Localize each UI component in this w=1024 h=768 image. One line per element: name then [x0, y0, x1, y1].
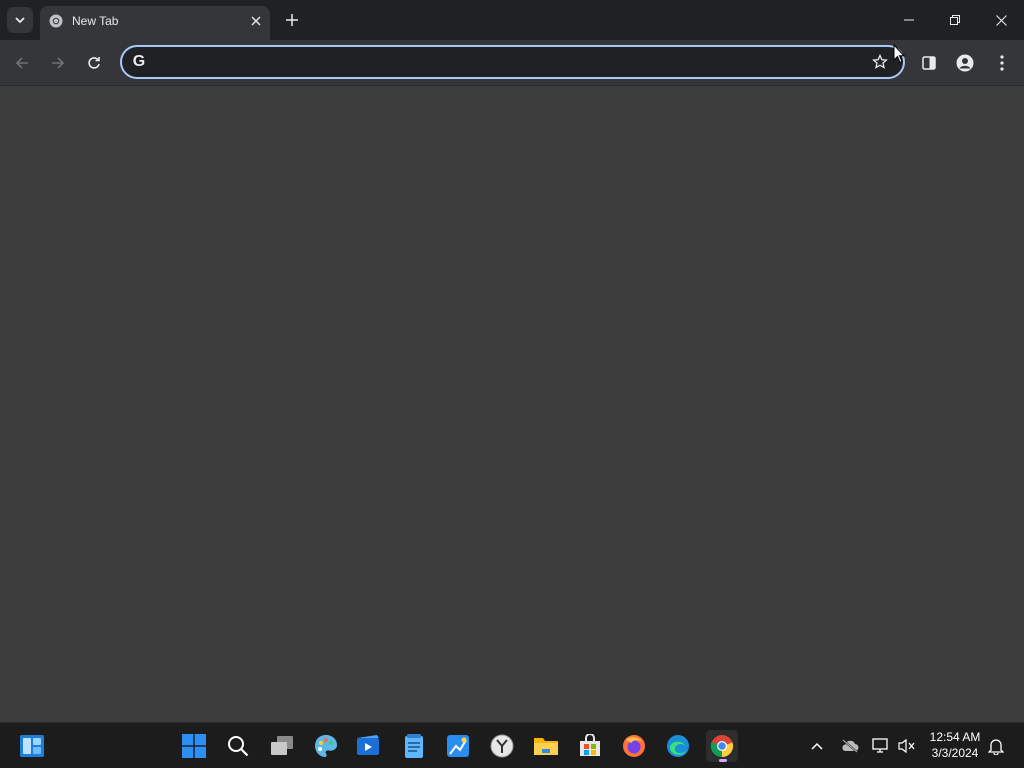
- tab-search-button[interactable]: [7, 7, 33, 33]
- speaker-muted-icon: [898, 738, 915, 754]
- notifications-button[interactable]: [985, 735, 1007, 757]
- mouse-cursor-icon: [893, 44, 905, 64]
- show-hidden-icons-button[interactable]: [806, 735, 828, 757]
- taskbar-app-video-editor[interactable]: [354, 730, 386, 762]
- tab-new-tab[interactable]: New Tab: [40, 6, 270, 40]
- restore-icon: [950, 15, 960, 25]
- paint-icon: [447, 735, 469, 757]
- close-icon: [251, 16, 261, 26]
- tab-close-button[interactable]: [248, 13, 264, 29]
- chevron-up-icon: [811, 742, 823, 750]
- taskbar-app-clock[interactable]: [486, 730, 518, 762]
- widgets-button[interactable]: [16, 730, 48, 762]
- arrow-left-icon: [15, 57, 28, 69]
- tab-title: New Tab: [72, 14, 119, 28]
- kebab-menu-icon: [1000, 55, 1004, 71]
- video-editor-icon: [357, 735, 379, 755]
- side-panel-icon: [922, 56, 936, 70]
- close-icon: [995, 14, 1007, 26]
- edge-icon: [667, 735, 689, 757]
- tab-strip: New Tab: [0, 0, 1024, 40]
- reload-button[interactable]: [80, 49, 108, 77]
- restore-button[interactable]: [932, 0, 978, 40]
- network-icon: [872, 738, 888, 753]
- taskbar-app-paint[interactable]: [442, 730, 474, 762]
- active-app-indicator: [719, 759, 727, 762]
- taskbar: 12:54 AM 3/3/2024: [0, 722, 1024, 768]
- taskbar-app-file-explorer[interactable]: [530, 730, 562, 762]
- star-icon: [872, 54, 888, 69]
- volume-tray-button[interactable]: [896, 735, 918, 757]
- profile-button[interactable]: [951, 49, 979, 77]
- menu-button[interactable]: [988, 49, 1016, 77]
- store-icon: [580, 734, 600, 756]
- clock-time: 12:54 AM: [929, 730, 981, 744]
- omnibox-input[interactable]: [156, 51, 856, 73]
- taskbar-clock[interactable]: 12:54 AM 3/3/2024: [924, 729, 986, 761]
- page-content: [0, 86, 1024, 722]
- forward-button[interactable]: [44, 49, 72, 77]
- person-icon: [956, 54, 974, 72]
- search-icon: [228, 736, 249, 757]
- side-panel-button[interactable]: [915, 49, 943, 77]
- chevron-down-icon: [15, 17, 25, 24]
- notepad-icon: [405, 734, 423, 758]
- bookmark-button[interactable]: [870, 52, 890, 72]
- widgets-icon: [20, 735, 44, 757]
- taskbar-app-notepad[interactable]: [398, 730, 430, 762]
- windows-logo-icon: [182, 734, 206, 758]
- taskbar-app-firefox[interactable]: [618, 730, 650, 762]
- taskbar-app-edge[interactable]: [662, 730, 694, 762]
- onedrive-tray-icon-button[interactable]: [839, 735, 861, 757]
- minimize-icon: [904, 19, 914, 21]
- close-window-button[interactable]: [978, 0, 1024, 40]
- reload-icon: [88, 57, 100, 69]
- start-button[interactable]: [178, 730, 210, 762]
- folder-icon: [534, 738, 558, 755]
- task-view-icon: [271, 736, 293, 755]
- arrow-right-icon: [52, 57, 65, 69]
- chrome-icon: [710, 735, 734, 758]
- google-icon: G: [132, 53, 146, 70]
- bell-icon: [988, 739, 1004, 755]
- task-view-button[interactable]: [266, 730, 298, 762]
- taskbar-app-chrome[interactable]: [706, 730, 738, 762]
- address-bar[interactable]: G: [120, 45, 905, 79]
- taskbar-app-photos-editor[interactable]: [310, 730, 342, 762]
- cloud-offline-icon: [842, 739, 859, 753]
- plus-icon: [286, 14, 298, 26]
- firefox-icon: [623, 735, 645, 757]
- taskbar-app-microsoft-store[interactable]: [574, 730, 606, 762]
- palette-icon: [315, 735, 337, 757]
- clock-date: 3/3/2024: [931, 746, 979, 760]
- network-tray-button[interactable]: [870, 735, 892, 757]
- chrome-icon: [49, 14, 63, 28]
- back-button[interactable]: [8, 49, 36, 77]
- new-tab-button[interactable]: [282, 10, 302, 30]
- browser-toolbar: G: [0, 40, 1024, 86]
- minimize-button[interactable]: [886, 0, 932, 40]
- clock-icon: [490, 734, 514, 758]
- taskbar-search-button[interactable]: [222, 730, 254, 762]
